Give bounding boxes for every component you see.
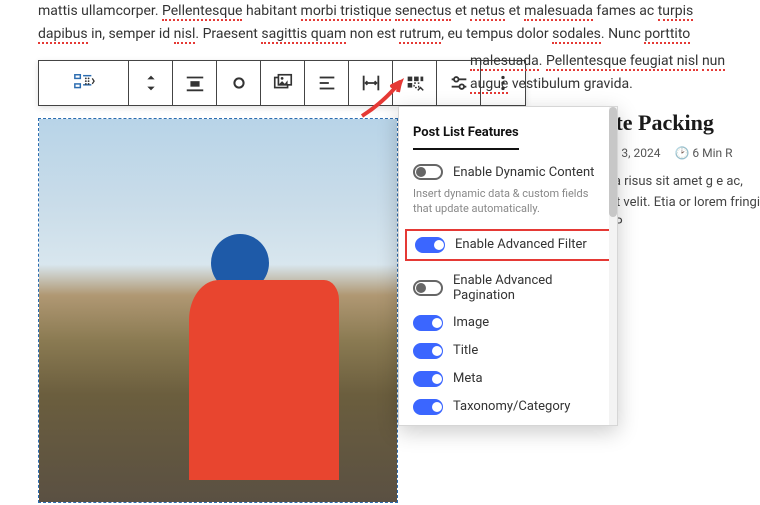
meta-toggle[interactable] xyxy=(413,371,443,387)
post-list-features-panel: Post List Features Enable Dynamic Conten… xyxy=(398,106,618,426)
body-paragraph-2: malesuada. Pellentesque feugiat nisl nun… xyxy=(470,50,760,96)
title-label: Title xyxy=(453,343,478,358)
taxonomy-row: Taxonomy/Category xyxy=(413,399,603,415)
text-align-button[interactable] xyxy=(305,61,349,105)
image-label: Image xyxy=(453,315,489,330)
meta-row: Meta xyxy=(413,371,603,387)
panel-title: Post List Features xyxy=(413,125,519,150)
enable-advanced-pagination-row: Enable Advanced Pagination xyxy=(413,273,603,303)
width-button[interactable] xyxy=(349,61,393,105)
body-paragraph: mattis ullamcorper. Pellentesque habitan… xyxy=(38,0,732,46)
image-row: Image xyxy=(413,315,603,331)
loop-button[interactable] xyxy=(217,61,261,105)
align-button[interactable] xyxy=(173,61,217,105)
enable-dynamic-content-row: Enable Dynamic Content xyxy=(413,164,603,180)
advanced-filter-label: Enable Advanced Filter xyxy=(455,237,587,252)
image-style-button[interactable] xyxy=(261,61,305,105)
block-toolbar xyxy=(38,60,526,106)
dynamic-content-label: Enable Dynamic Content xyxy=(453,165,594,180)
image-toggle[interactable] xyxy=(413,315,443,331)
advanced-filter-toggle[interactable] xyxy=(415,237,445,253)
advanced-pagination-label: Enable Advanced Pagination xyxy=(453,273,603,303)
highlight-box: Enable Advanced Filter xyxy=(405,229,611,261)
table-button[interactable] xyxy=(393,61,437,105)
clock-icon: 🕑 6 Min R xyxy=(674,146,732,160)
taxonomy-label: Taxonomy/Category xyxy=(453,399,570,414)
title-row: Title xyxy=(413,343,603,359)
dynamic-content-toggle[interactable] xyxy=(413,164,443,180)
featured-image-block[interactable] xyxy=(38,118,398,503)
advanced-pagination-toggle[interactable] xyxy=(413,280,443,296)
panel-scrollbar[interactable] xyxy=(609,107,617,425)
title-toggle[interactable] xyxy=(413,343,443,359)
block-type-button[interactable] xyxy=(39,61,129,105)
enable-advanced-filter-row: Enable Advanced Filter xyxy=(415,237,601,253)
taxonomy-toggle[interactable] xyxy=(413,399,443,415)
dynamic-content-desc: Insert dynamic data & custom fields that… xyxy=(413,186,603,217)
move-updown-button[interactable] xyxy=(129,61,173,105)
photographer-image xyxy=(39,119,397,502)
meta-label: Meta xyxy=(453,371,483,386)
